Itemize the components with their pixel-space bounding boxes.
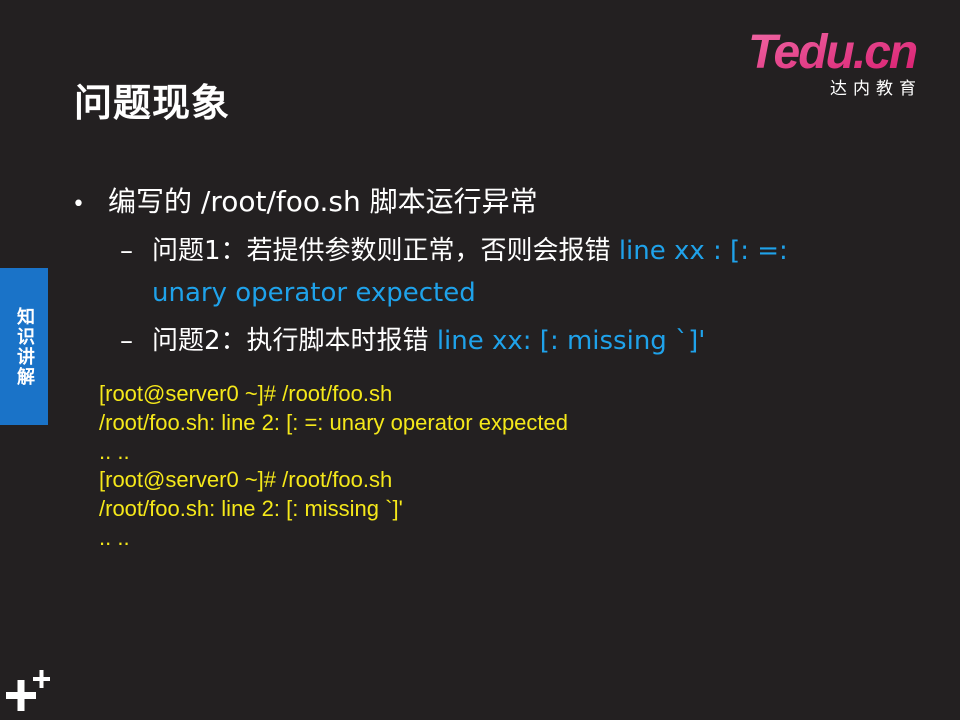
bullet-dot-icon: • [72, 192, 85, 217]
code-line: .. .. [99, 438, 130, 464]
code-line: /root/foo.sh: line 2: [: missing `]' [99, 496, 403, 522]
logo-subtitle: 达内教育 [830, 79, 922, 99]
sub-item-1-continuation: unary operator expected [152, 278, 476, 308]
sub-item-1-highlight: line xx : [: =: [618, 236, 788, 266]
tedu-logo: Tedu.cn 达内教育 [748, 28, 938, 99]
dash-bullet-icon: – [120, 326, 133, 356]
sub-item-2-text: 问题2：执行脚本时报错 [152, 326, 429, 356]
code-line: .. .. [99, 524, 130, 550]
tedu-logo-wordmark: Tedu.cn [748, 28, 919, 74]
slide-title: 问题现象 [74, 81, 231, 125]
svg-text:Tedu.cn: Tedu.cn [748, 28, 917, 74]
sub-item-2: – 问题2：执行脚本时报错 line xx: [: missing `]' [120, 320, 705, 362]
side-tab: 知识讲解 [0, 268, 48, 425]
plus-icon [6, 670, 50, 711]
sub-item-2-highlight: line xx: [: missing `]' [436, 326, 706, 356]
code-line: [root@server0 ~]# /root/foo.sh [99, 381, 393, 406]
main-bullet: • 编写的 /root/foo.sh 脚本运行异常 [72, 180, 538, 220]
code-line: [root@server0 ~]# /root/foo.sh [99, 467, 393, 493]
side-tab-label: 知识讲解 [14, 306, 35, 387]
sub-item-1-text: 问题1：若提供参数则正常，否则会报错 [152, 236, 611, 266]
dash-bullet-icon: – [120, 236, 133, 266]
main-bullet-text: 编写的 /root/foo.sh 脚本运行异常 [108, 185, 538, 218]
sub-item-1: – 问题1：若提供参数则正常，否则会报错 line xx : [: =: unar… [120, 230, 880, 314]
code-line: /root/foo.sh: line 2: [: =: unary operat… [99, 409, 569, 435]
code-block: [root@server0 ~]# /root/foo.sh /root/foo… [99, 380, 568, 553]
